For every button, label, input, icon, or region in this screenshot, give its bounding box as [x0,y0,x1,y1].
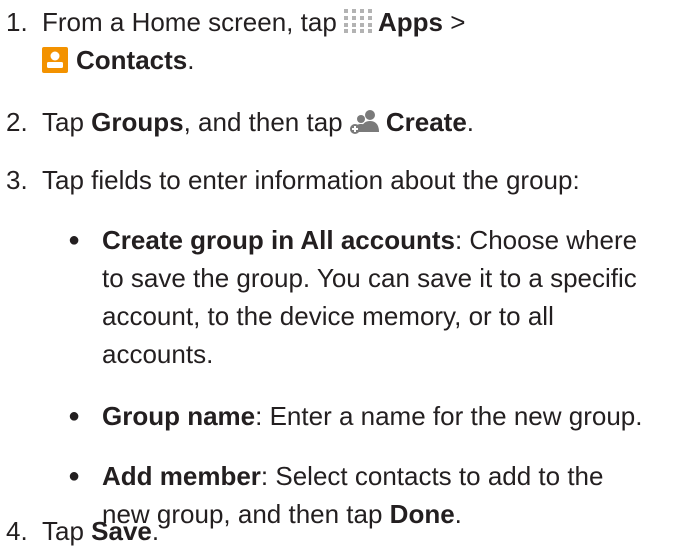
step-text: From a Home screen, tap Apps > [42,7,466,37]
step-number: 4. [6,516,28,546]
bullet-label: Group name [102,401,256,431]
bullet-dot-icon: ● [68,229,81,251]
create-group-icon [349,110,379,134]
step-text: Tap fields to enter information about th… [42,165,580,195]
step-text: Tap Groups, and then tap Create. [42,107,475,137]
groups-label: Groups [91,107,184,137]
bullet-dot-icon: ● [68,405,81,427]
contacts-icon [42,47,68,73]
step-number: 2. [6,107,28,137]
step-number: 1. [6,7,28,37]
instructions-page: 1. From a Home screen, tap Apps > Contac… [0,0,678,550]
apps-grid-icon [344,9,372,33]
bullet-dot-icon: ● [68,465,81,487]
save-label: Save [91,516,152,546]
step-text: Tap Save. [42,516,160,546]
create-label: Create [385,107,467,137]
bullet-label: Create group in All accounts [102,225,455,255]
step-number: 3. [6,165,28,195]
bullet-label: Add member [102,461,261,491]
done-label: Done [389,499,455,529]
contacts-label: Contacts [76,45,188,75]
apps-label: Apps [378,7,443,37]
